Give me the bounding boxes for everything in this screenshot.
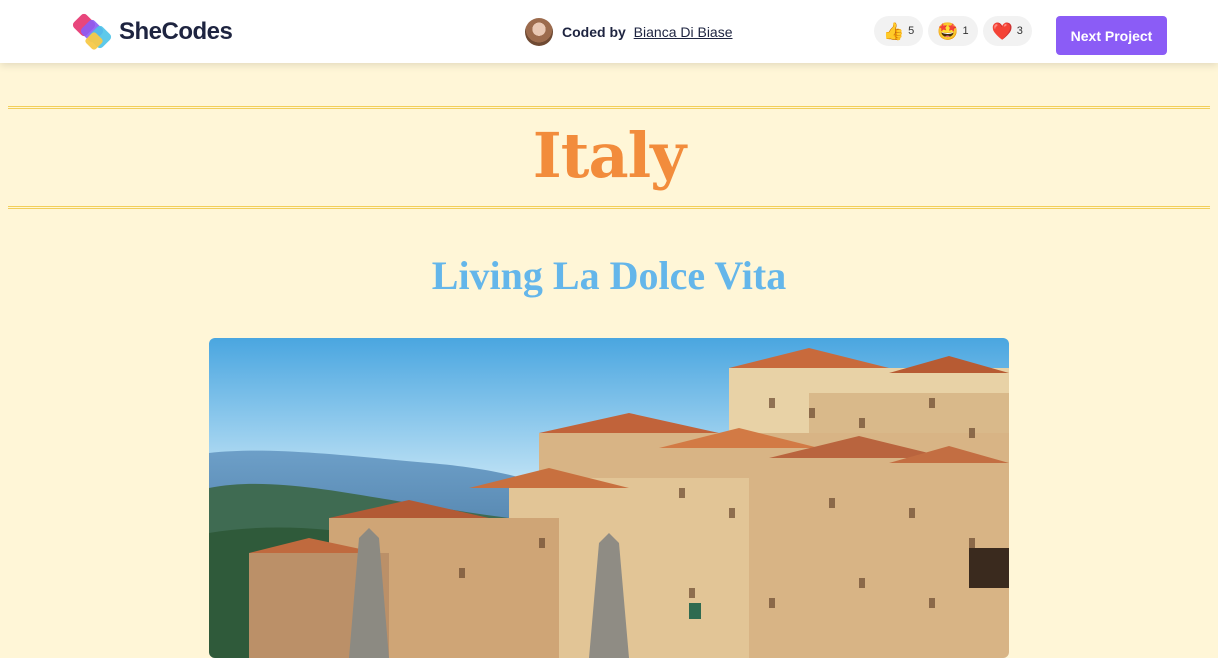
reaction-count: 1 — [962, 25, 969, 37]
heart-icon: ❤️ — [991, 21, 1013, 41]
star-struck-icon: 🤩 — [937, 21, 959, 41]
page-title: Italy — [532, 119, 686, 192]
shecodes-logo[interactable]: SheCodes — [69, 10, 233, 54]
reaction-count: 5 — [908, 25, 915, 37]
title-band: Italy — [8, 106, 1210, 209]
top-bar: SheCodes Coded by Bianca Di Biase 👍 5 🤩 … — [0, 0, 1218, 63]
coded-by: Coded by Bianca Di Biase — [525, 18, 733, 46]
coded-by-label: Coded by — [562, 24, 626, 40]
reaction-star-struck[interactable]: 🤩 1 — [928, 16, 978, 46]
thumbs-up-icon: 👍 — [883, 21, 905, 41]
reaction-count: 3 — [1016, 25, 1023, 37]
hero-image — [209, 338, 1009, 658]
page-subtitle: Living La Dolce Vita — [431, 253, 787, 298]
reaction-heart[interactable]: ❤️ 3 — [982, 16, 1032, 46]
author-link[interactable]: Bianca Di Biase — [634, 24, 733, 40]
reactions: 👍 5 🤩 1 ❤️ 3 — [874, 16, 1032, 46]
brand-name: SheCodes — [119, 18, 233, 45]
author-avatar — [525, 18, 553, 46]
shecodes-logo-icon — [69, 10, 117, 54]
next-project-button[interactable]: Next Project — [1056, 16, 1167, 55]
reaction-thumbs-up[interactable]: 👍 5 — [874, 16, 924, 46]
